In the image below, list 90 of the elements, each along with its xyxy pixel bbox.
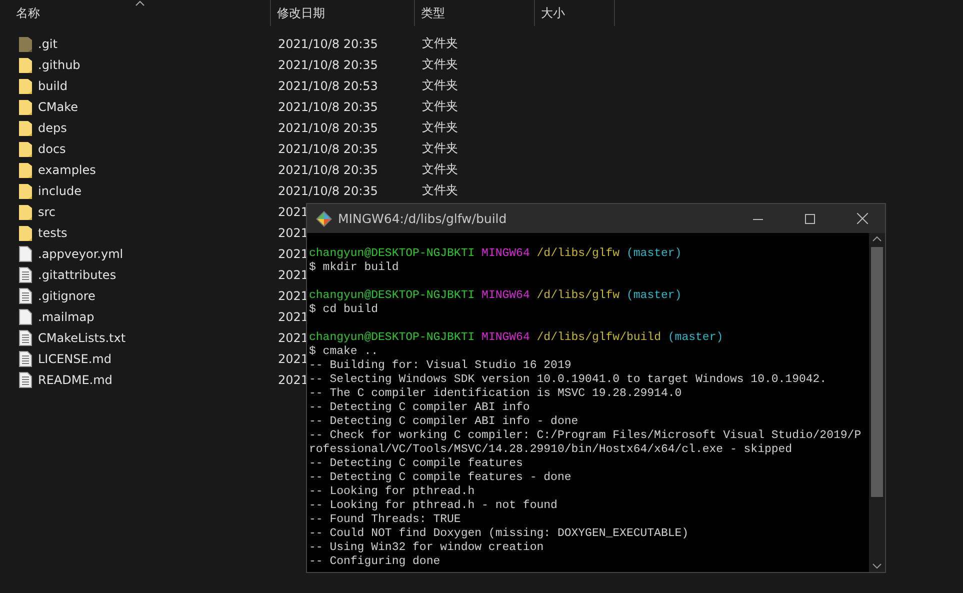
modified-date: 2021/10/8 20:35 (278, 120, 378, 134)
output-line: -- Looking for pthread.h - not found (309, 499, 558, 513)
file-name[interactable]: LICENSE.md (38, 352, 112, 366)
close-icon (856, 213, 868, 224)
output-line: -- Looking for pthread.h (309, 485, 476, 499)
modified-date: 2021/10/8 20:35 (278, 36, 378, 50)
output-line: $ mkdir build (309, 261, 400, 275)
folder-icon (19, 36, 32, 52)
file-name[interactable]: docs (38, 142, 66, 156)
file-name[interactable]: .mailmap (38, 310, 94, 324)
folder-icon (19, 140, 32, 156)
output-line: -- Check for working C compiler: C:/Program Files/Microsoft Visual Studio/2019/P (309, 429, 862, 443)
text-file-icon (19, 330, 32, 346)
file-type: 文件夹 (422, 98, 458, 115)
folder-icon (19, 78, 32, 94)
file-type: 文件夹 (422, 77, 458, 94)
file-name[interactable]: .github (38, 58, 80, 72)
modified-date: 2021 (278, 226, 309, 240)
file-name[interactable]: build (38, 78, 68, 92)
output-line: -- Detecting C compile features - done (309, 471, 572, 485)
output-line: -- Configuring done (309, 555, 442, 569)
output-line: $ cmake .. (309, 345, 380, 359)
folder-icon (19, 56, 32, 72)
output-line: -- The C compiler identification is MSVC 19.28.29914.0 (309, 387, 683, 401)
file-icon (19, 246, 32, 262)
modified-date: 2021 (278, 372, 309, 386)
file-name[interactable]: .git (38, 36, 58, 50)
modified-date: 2021/10/8 20:35 (278, 100, 378, 114)
file-name[interactable]: README.md (38, 372, 112, 386)
file-name[interactable]: tests (38, 226, 68, 240)
output-line: -- Selecting Windows SDK version 10.0.19041.0 to target Windows 10.0.19042. (309, 373, 828, 387)
column-header[interactable]: 大小 (535, 0, 615, 26)
output-line: $ cd build (309, 303, 380, 317)
text-file-icon (19, 372, 32, 388)
file-name[interactable]: .appveyor.yml (38, 246, 124, 260)
modified-date: 2021/10/8 20:35 (278, 184, 378, 198)
maximize-icon (805, 214, 815, 224)
folder-icon (19, 182, 32, 198)
scrollbar-thumb[interactable] (871, 247, 883, 497)
output-line: -- Detecting C compiler ABI info - done (309, 415, 580, 429)
prompt-line: changyun@DESKTOP-NGJBKTI MINGW64 /d/libs/glfw/build (master) (309, 331, 724, 345)
output-line: -- Detecting C compiler ABI info (309, 401, 531, 415)
file-type: 文件夹 (422, 161, 458, 178)
modified-date: 2021 (278, 352, 309, 366)
column-header[interactable]: 修改日期 (271, 0, 415, 26)
folder-icon (19, 204, 32, 220)
modified-date: 2021/10/8 20:35 (278, 58, 378, 72)
file-icon (19, 308, 32, 324)
modified-date: 2021 (278, 310, 309, 324)
folder-icon (19, 162, 32, 178)
file-type: 文件夹 (422, 119, 458, 136)
output-line: -- Using Win32 for window creation (309, 541, 545, 555)
file-name[interactable]: .gitignore (38, 288, 96, 302)
column-header[interactable]: 类型 (415, 0, 535, 26)
folder-icon (19, 98, 32, 114)
modified-date: 2021/10/8 20:35 (278, 142, 378, 156)
prompt-line: changyun@DESKTOP-NGJBKTI MINGW64 /d/libs/glfw (master) (309, 247, 683, 261)
text-file-icon (19, 266, 32, 282)
output-line: rofessional/VC/Tools/MSVC/14.28.29910/bin/Hostx64/x64/cl.exe - skipped (309, 443, 794, 457)
file-type: 文件夹 (422, 140, 458, 157)
scrollbar[interactable] (869, 233, 885, 572)
prompt-line: changyun@DESKTOP-NGJBKTI MINGW64 /d/libs/glfw (master) (309, 289, 683, 303)
modified-date: 2021/10/8 20:35 (278, 162, 378, 176)
column-header[interactable]: 名称 (0, 0, 271, 26)
text-file-icon (19, 288, 32, 304)
output-line: -- Found Threads: TRUE (309, 513, 462, 527)
file-type: 文件夹 (422, 56, 458, 73)
modified-date: 2021/10/8 20:53 (278, 78, 378, 92)
modified-date: 2021 (278, 204, 309, 218)
file-name[interactable]: examples (38, 162, 96, 176)
file-name[interactable]: include (38, 184, 82, 198)
file-name[interactable]: .gitattributes (38, 268, 116, 282)
modified-date: 2021 (278, 246, 309, 260)
output-line: -- Building for: Visual Studio 16 2019 (309, 359, 572, 373)
file-type: 文件夹 (422, 182, 458, 199)
file-type: 文件夹 (422, 35, 458, 52)
modified-date: 2021 (278, 268, 309, 282)
modified-date: 2021 (278, 288, 309, 302)
file-name[interactable]: CMakeLists.txt (38, 330, 126, 344)
folder-icon (19, 224, 32, 240)
window-title: MINGW64:/d/libs/glfw/build (338, 211, 508, 226)
git-logo-icon (316, 210, 332, 226)
folder-icon (19, 120, 32, 136)
file-name[interactable]: src (38, 204, 56, 218)
file-name[interactable]: deps (38, 120, 67, 134)
text-file-icon (19, 350, 32, 366)
modified-date: 2021 (278, 330, 309, 344)
output-line: -- Detecting C compile features (309, 457, 524, 471)
output-line: -- Could NOT find Doxygen (missing: DOXYGEN_EXECUTABLE) (309, 527, 690, 541)
file-name[interactable]: CMake (38, 100, 78, 114)
